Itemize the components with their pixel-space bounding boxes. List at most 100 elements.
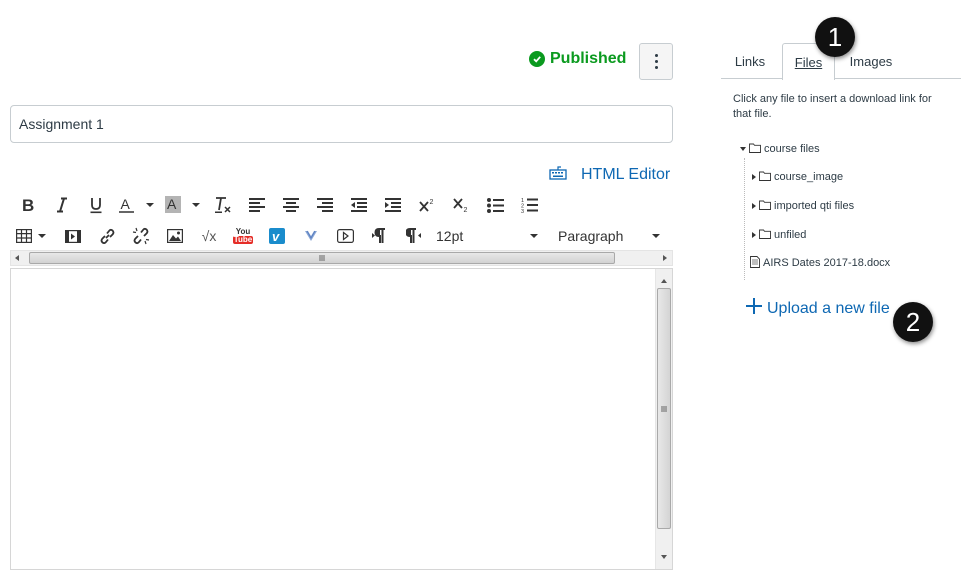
plus-icon <box>745 297 763 320</box>
text-color-icon: A <box>119 196 135 214</box>
grip-icon <box>319 255 325 261</box>
outdent-icon <box>351 198 367 212</box>
folder-icon <box>759 229 771 242</box>
more-options-button[interactable] <box>639 43 673 80</box>
image-icon <box>167 229 183 243</box>
unlink-button[interactable] <box>124 223 158 249</box>
table-dropdown[interactable] <box>38 223 56 249</box>
tree-folder-course-image[interactable]: course_image <box>752 169 843 185</box>
svg-text:A: A <box>121 196 131 212</box>
youtube-button[interactable]: You Tube <box>226 223 260 249</box>
outdent-button[interactable] <box>342 192 376 218</box>
align-center-button[interactable] <box>274 192 308 218</box>
rich-content-editor-body[interactable] <box>10 268 673 570</box>
background-color-button[interactable]: A <box>160 192 186 218</box>
caret-down-icon <box>192 203 200 207</box>
scroll-right-arrow-icon[interactable] <box>663 255 667 261</box>
vimeo-button[interactable]: v <box>260 223 294 249</box>
caret-down-icon <box>652 234 660 238</box>
upload-new-file-link[interactable]: Upload a new file <box>745 297 890 320</box>
numbered-list-button[interactable]: 123 <box>512 192 546 218</box>
clear-formatting-icon <box>214 196 232 214</box>
text-color-dropdown[interactable] <box>140 192 160 218</box>
caret-down-icon <box>38 234 46 238</box>
math-button[interactable]: √x <box>192 223 226 249</box>
horizontal-scroll-thumb[interactable] <box>29 252 615 264</box>
svg-text:B: B <box>22 197 34 213</box>
scroll-left-arrow-icon[interactable] <box>15 255 19 261</box>
svg-text:2: 2 <box>464 207 468 213</box>
collapsed-caret-icon <box>752 203 756 209</box>
toolbar-horizontal-scrollbar[interactable] <box>10 250 673 266</box>
editor-vertical-scrollbar[interactable] <box>655 269 672 569</box>
align-right-button[interactable] <box>308 192 342 218</box>
paragraph-rtl-icon <box>405 228 421 244</box>
tree-folder-course-files[interactable]: course files <box>740 141 820 157</box>
align-center-icon <box>283 198 299 212</box>
font-size-select[interactable]: 12pt <box>430 223 542 249</box>
grip-icon <box>661 406 667 411</box>
collapsed-caret-icon <box>752 174 756 180</box>
subscript-button[interactable]: 2 <box>444 192 478 218</box>
block-format-select[interactable]: Paragraph <box>542 223 664 249</box>
link-button[interactable] <box>90 223 124 249</box>
superscript-button[interactable]: 2 <box>410 192 444 218</box>
upload-label: Upload a new file <box>767 299 890 317</box>
tree-file-airs-dates[interactable]: AIRS Dates 2017-18.docx <box>750 255 890 271</box>
assignment-title-input[interactable] <box>10 105 673 143</box>
editor-content[interactable] <box>11 269 654 569</box>
svg-text:3: 3 <box>521 209 524 213</box>
bold-icon: B <box>21 197 35 213</box>
folder-icon <box>759 200 771 213</box>
table-icon <box>16 229 32 243</box>
scroll-up-arrow-icon[interactable] <box>661 279 667 283</box>
background-color-dropdown[interactable] <box>186 192 206 218</box>
tree-label: course_image <box>774 171 844 183</box>
background-color-icon: A <box>165 196 181 214</box>
record-media-button[interactable] <box>328 223 362 249</box>
caret-down-icon <box>146 203 154 207</box>
svg-text:A: A <box>167 196 177 212</box>
lti-tool-button[interactable] <box>294 223 328 249</box>
bold-button[interactable]: B <box>10 192 46 218</box>
vertical-scroll-thumb[interactable] <box>657 288 671 529</box>
callout-marker-1: 1 <box>815 17 855 57</box>
rtl-button[interactable] <box>396 223 430 249</box>
align-left-button[interactable] <box>240 192 274 218</box>
align-right-icon <box>317 198 333 212</box>
editor-toolbar-row-1: B A A 2 2 123 <box>10 192 546 218</box>
block-format-value: Paragraph <box>558 228 624 244</box>
underline-button[interactable] <box>78 192 114 218</box>
tab-links[interactable]: Links <box>721 43 779 79</box>
numbered-list-icon: 123 <box>521 197 538 213</box>
folder-icon <box>759 171 771 184</box>
folder-icon <box>749 143 761 156</box>
scroll-down-arrow-icon[interactable] <box>661 555 667 559</box>
italic-button[interactable] <box>46 192 78 218</box>
tree-folder-imported-qti-files[interactable]: imported qti files <box>752 198 854 214</box>
media-button[interactable] <box>56 223 90 249</box>
html-editor-label: HTML Editor <box>581 166 671 183</box>
document-icon <box>750 255 760 271</box>
published-status[interactable]: Published <box>529 49 626 69</box>
image-button[interactable] <box>158 223 192 249</box>
keyboard-icon <box>549 165 567 185</box>
tree-label: course files <box>764 143 820 155</box>
tree-folder-unfiled[interactable]: unfiled <box>752 227 806 243</box>
vimeo-icon: v <box>269 228 285 244</box>
italic-icon <box>56 197 68 213</box>
published-label: Published <box>550 50 627 67</box>
table-button[interactable] <box>10 223 38 249</box>
collapsed-caret-icon <box>752 232 756 238</box>
superscript-icon: 2 <box>419 198 435 212</box>
indent-icon <box>385 198 401 212</box>
svg-text:2: 2 <box>430 199 434 206</box>
clear-formatting-button[interactable] <box>206 192 240 218</box>
indent-button[interactable] <box>376 192 410 218</box>
text-color-button[interactable]: A <box>114 192 140 218</box>
v-chevron-icon <box>304 230 318 242</box>
bullet-list-button[interactable] <box>478 192 512 218</box>
ltr-button[interactable] <box>362 223 396 249</box>
html-editor-link[interactable]: HTML Editor <box>549 164 670 186</box>
tree-label: imported qti files <box>774 200 855 212</box>
